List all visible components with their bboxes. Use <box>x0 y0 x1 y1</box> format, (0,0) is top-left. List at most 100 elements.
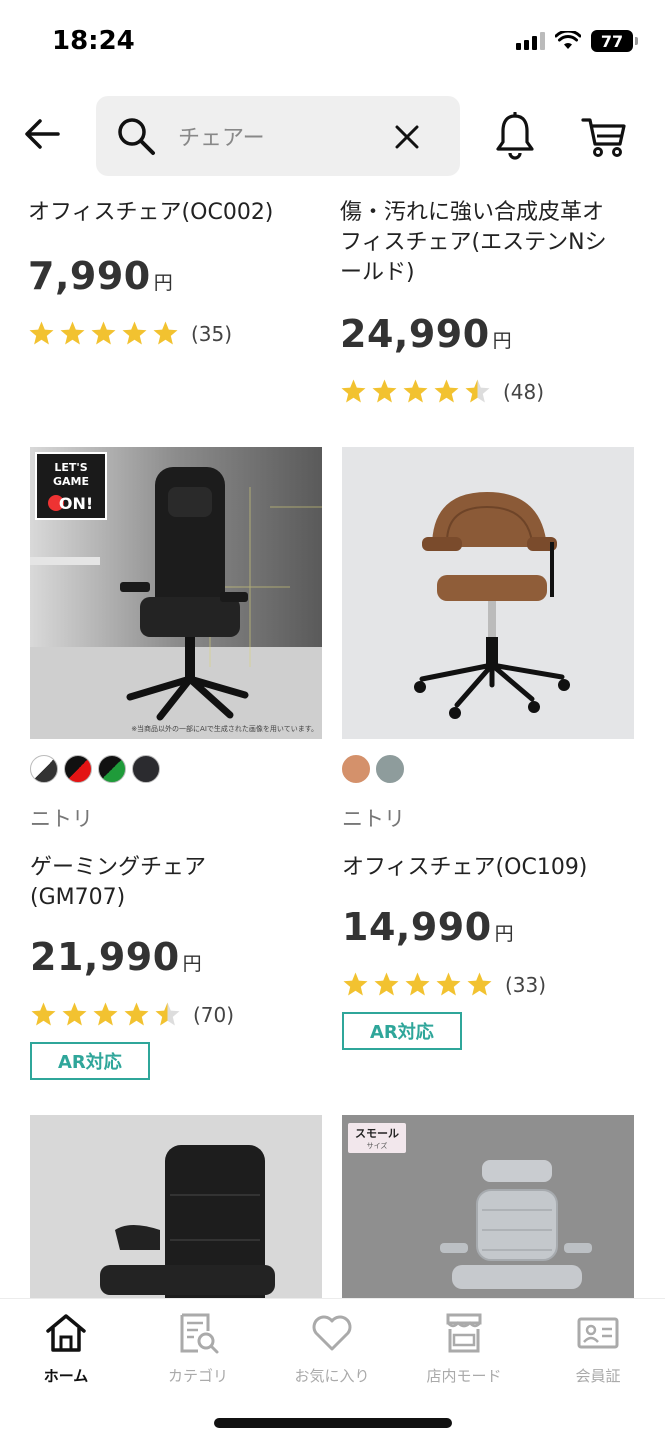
product-image[interactable]: LET'S GAME ON! ※当商品以外の一部にAIで生成された画像を用いてい… <box>30 447 322 739</box>
nav-label: 会員証 <box>575 1367 621 1385</box>
battery-icon: 77 <box>591 30 638 52</box>
back-button[interactable] <box>20 112 64 156</box>
product-card[interactable]: 傷・汚れに強い合成皮革オフィスチェア(エステンNシールド) 24,990 円 (… <box>340 198 620 405</box>
color-swatch[interactable] <box>132 755 160 783</box>
product-rating: (33) <box>342 971 638 998</box>
status-icons: 77 <box>516 30 638 52</box>
rating-stars <box>340 378 491 405</box>
product-price: 21,990 円 <box>30 935 326 979</box>
product-image[interactable] <box>30 1115 322 1298</box>
price-amount: 21,990 <box>30 935 180 979</box>
star-icon <box>403 379 428 403</box>
star-icon <box>341 379 366 403</box>
leather-chair-image <box>30 1115 322 1298</box>
price-amount: 24,990 <box>340 312 490 356</box>
product-name: オフィスチェア(OC002) <box>28 200 274 225</box>
color-swatch[interactable] <box>30 755 58 783</box>
star-icon <box>467 972 492 996</box>
star-icon <box>122 321 147 345</box>
review-count: (33) <box>505 972 547 997</box>
size-tag: スモール <box>355 1127 399 1140</box>
color-swatches <box>342 755 638 783</box>
product-rating: (48) <box>340 378 620 405</box>
product-brand: ニトリ <box>30 807 93 831</box>
star-icon <box>343 972 368 996</box>
product-card[interactable]: LET'S GAME ON! ※当商品以外の一部にAIで生成された画像を用いてい… <box>30 447 326 1080</box>
star-icon <box>436 972 461 996</box>
color-swatch[interactable] <box>376 755 404 783</box>
price-amount: 7,990 <box>28 254 151 298</box>
nav-favorites[interactable]: お気に入り <box>272 1311 392 1386</box>
cart-icon <box>581 118 626 157</box>
category-search-icon <box>180 1313 219 1354</box>
product-rating: (35) <box>28 320 324 347</box>
nav-category[interactable]: カテゴリ <box>138 1311 258 1386</box>
rating-stars <box>342 971 493 998</box>
nav-label: カテゴリ <box>167 1367 228 1385</box>
product-card[interactable]: オフィスチェア(OC002) 7,990 円 (35) <box>28 198 324 347</box>
product-card[interactable] <box>30 1115 326 1298</box>
cellular-signal-icon <box>516 32 545 50</box>
overlay-text: LET'S <box>54 461 87 474</box>
color-swatches <box>30 755 326 783</box>
price-amount: 14,990 <box>342 905 492 949</box>
product-price: 7,990 円 <box>28 254 324 298</box>
product-name: ゲーミングチェア(GM707) <box>30 855 207 910</box>
nav-label: ホーム <box>43 1367 89 1385</box>
star-icon <box>29 321 54 345</box>
notifications-button[interactable] <box>494 111 536 160</box>
store-icon <box>446 1313 482 1353</box>
close-icon <box>395 125 419 149</box>
wifi-icon <box>555 31 581 49</box>
overlay-text: ON! <box>59 494 93 513</box>
star-icon <box>372 379 397 403</box>
status-time: 18:24 <box>52 26 135 56</box>
nav-store-mode[interactable]: 店内モード <box>404 1311 524 1386</box>
member-card-icon <box>577 1317 619 1349</box>
cart-button[interactable] <box>580 112 628 160</box>
rating-stars <box>28 320 179 347</box>
product-price: 14,990 円 <box>342 905 638 949</box>
image-note: ※当商品以外の一部にAIで生成された画像を用いています。 <box>131 724 318 733</box>
product-rating: (70) <box>30 1001 326 1028</box>
mesh-chair-image: スモール サイズ <box>342 1115 634 1298</box>
nav-member-card[interactable]: 会員証 <box>538 1311 658 1386</box>
nav-label: お気に入り <box>294 1367 370 1385</box>
back-arrow-icon <box>25 119 60 149</box>
home-indicator[interactable] <box>214 1418 452 1428</box>
battery-level: 77 <box>600 31 624 51</box>
star-icon <box>62 1002 87 1026</box>
product-name: 傷・汚れに強い合成皮革オフィスチェア(エステンNシールド) <box>340 200 607 285</box>
star-icon <box>60 321 85 345</box>
search-header <box>0 92 665 180</box>
nav-label: 店内モード <box>426 1367 502 1385</box>
nav-home[interactable]: ホーム <box>6 1311 126 1386</box>
search-icon <box>118 118 155 155</box>
star-icon <box>405 972 430 996</box>
star-icon <box>434 379 459 403</box>
clear-search-button[interactable] <box>390 120 424 154</box>
office-chair-image <box>342 447 634 739</box>
review-count: (48) <box>503 379 545 404</box>
heart-icon <box>312 1315 352 1351</box>
ar-badge: AR対応 <box>342 1012 462 1050</box>
overlay-text: GAME <box>53 475 89 488</box>
search-box[interactable] <box>96 96 460 176</box>
color-swatch[interactable] <box>98 755 126 783</box>
color-swatch[interactable] <box>64 755 92 783</box>
star-icon <box>374 972 399 996</box>
color-swatch[interactable] <box>342 755 370 783</box>
product-price: 24,990 円 <box>340 312 620 356</box>
product-image[interactable] <box>342 447 634 739</box>
star-icon <box>93 1002 118 1026</box>
product-grid: オフィスチェア(OC002) 7,990 円 (35) 傷・汚れに強い合成皮革オ… <box>0 180 665 1298</box>
search-input[interactable] <box>178 118 398 154</box>
price-currency: 円 <box>494 923 514 945</box>
product-card[interactable]: スモール サイズ <box>342 1115 638 1298</box>
product-image[interactable]: スモール サイズ <box>342 1115 634 1298</box>
price-currency: 円 <box>492 330 512 352</box>
home-icon <box>46 1314 86 1352</box>
product-card[interactable]: ニトリ オフィスチェア(OC109) 14,990 円 (33) AR対応 <box>342 447 638 1050</box>
gaming-chair-image: LET'S GAME ON! ※当商品以外の一部にAIで生成された画像を用いてい… <box>30 447 322 739</box>
review-count: (35) <box>191 321 233 346</box>
